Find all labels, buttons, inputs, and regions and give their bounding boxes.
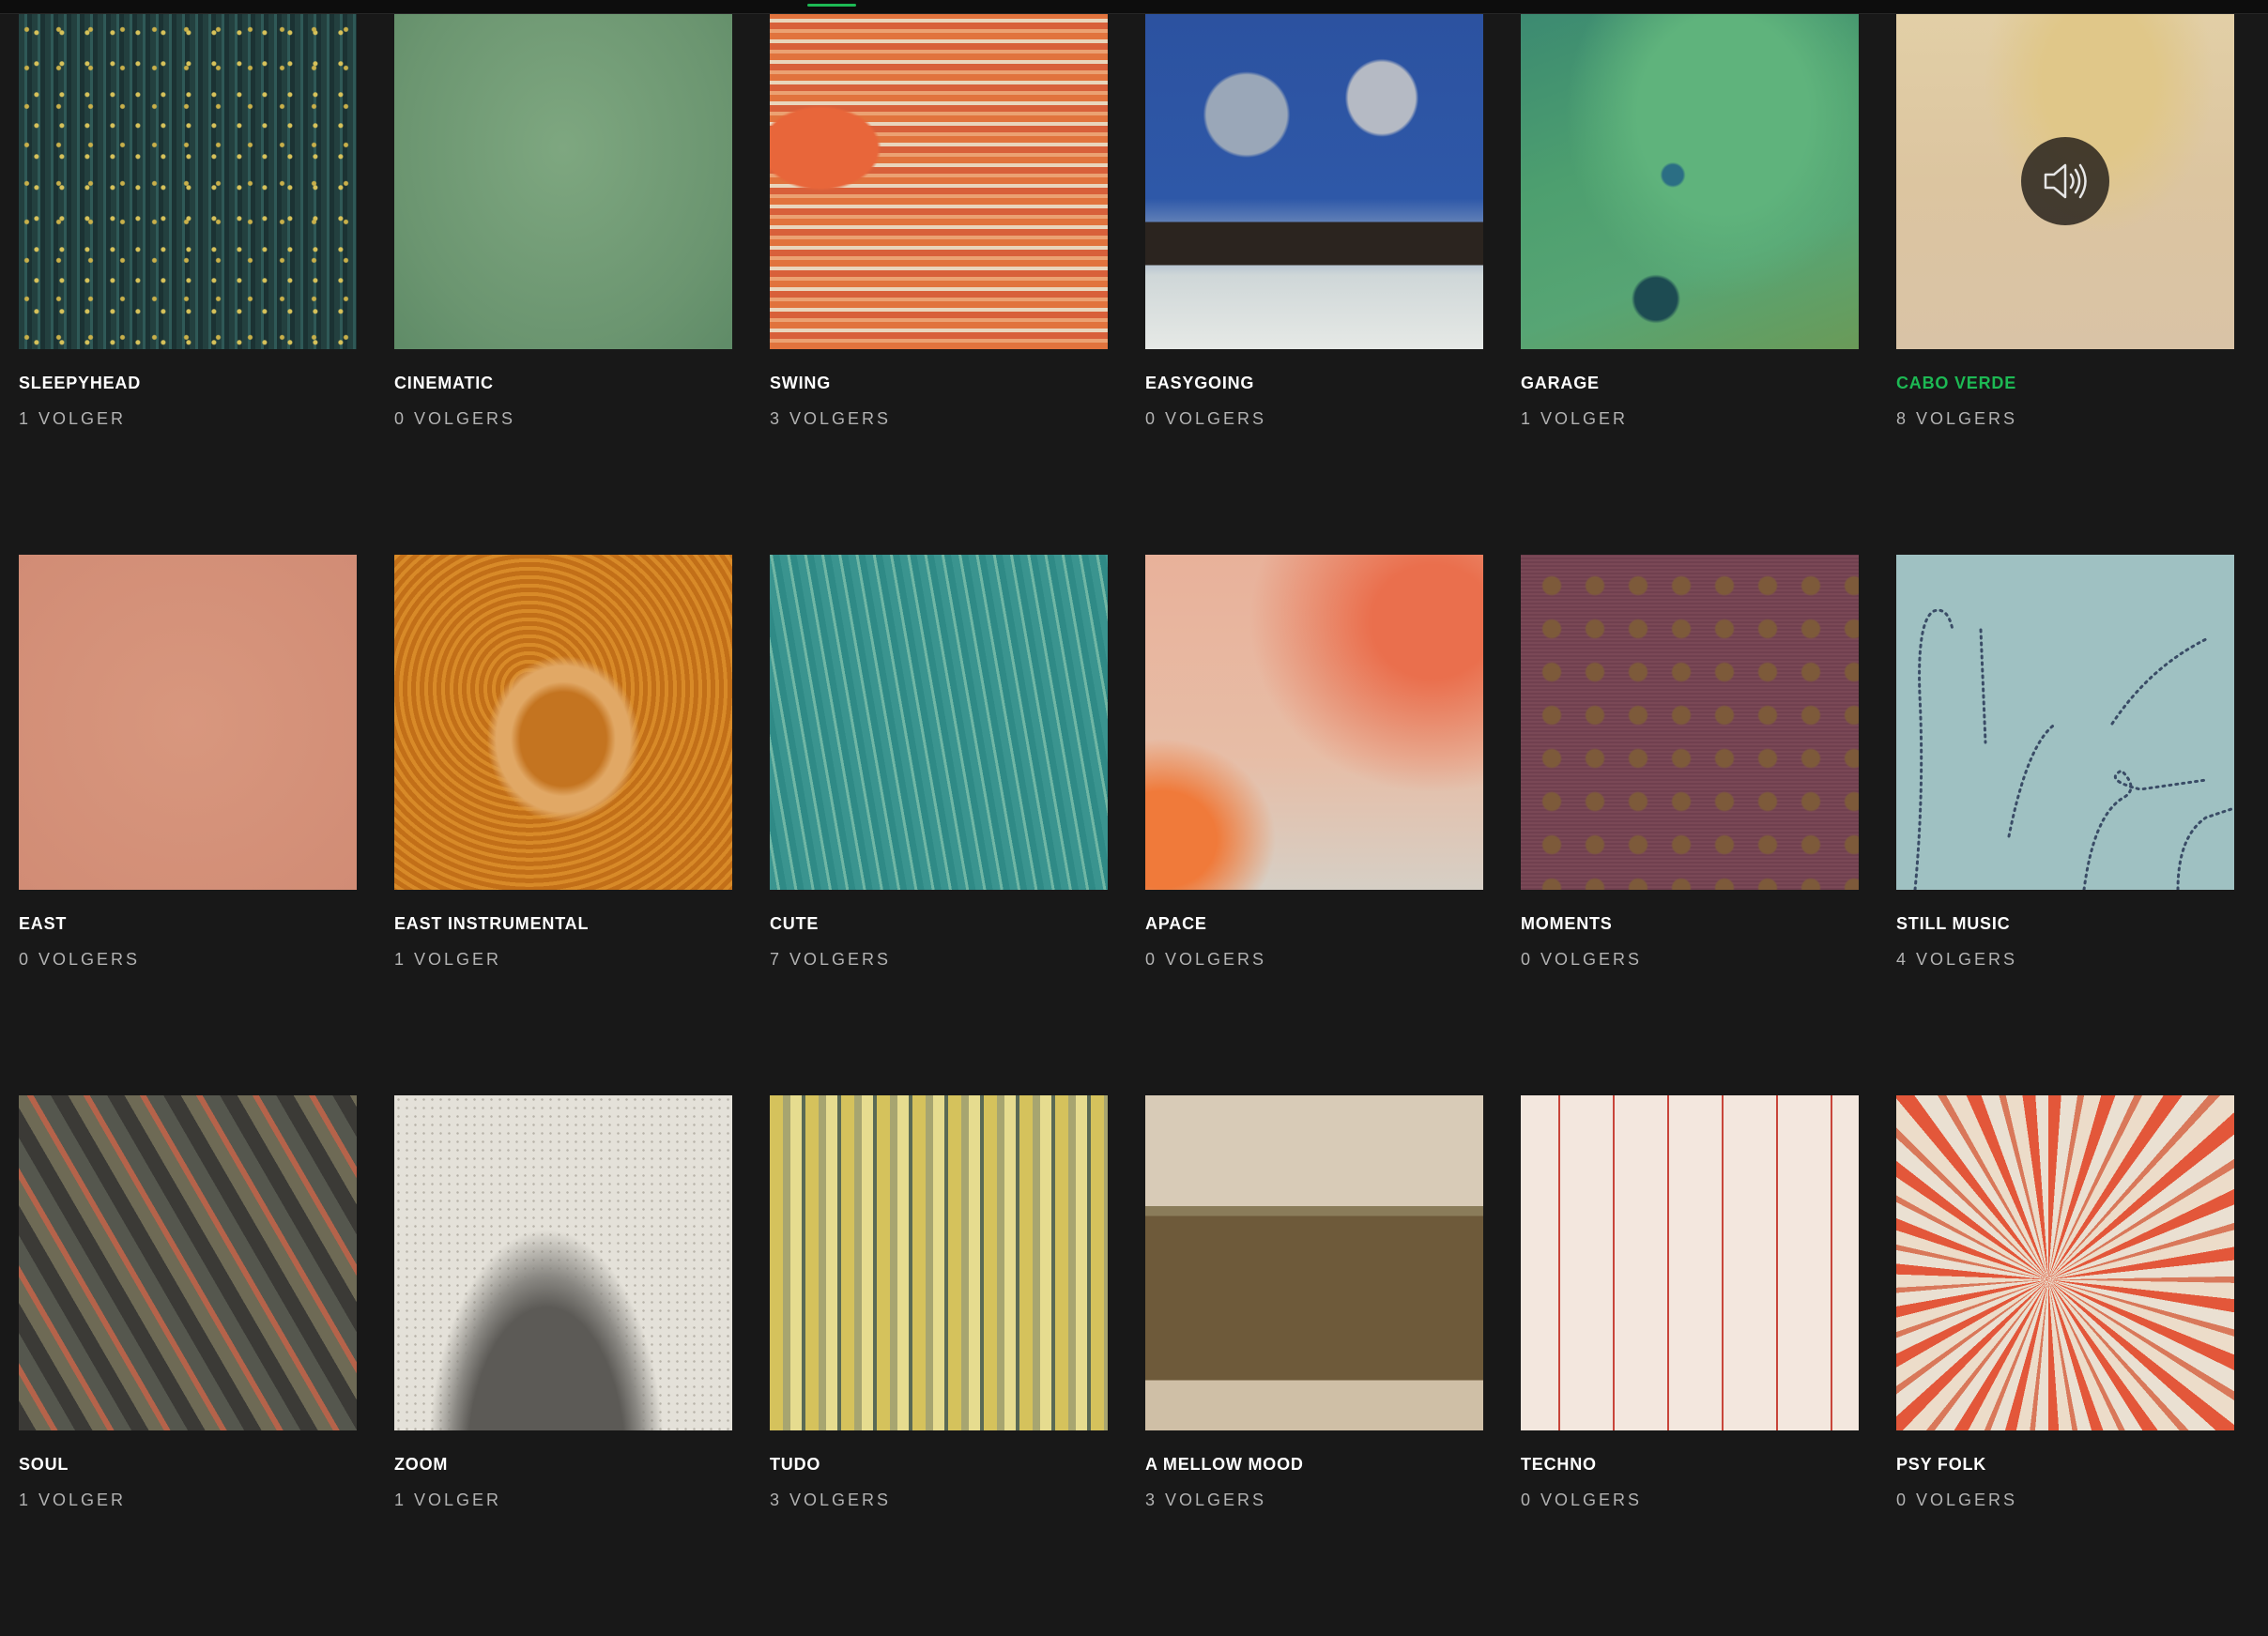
playlist-cover[interactable] bbox=[394, 1095, 732, 1430]
playlist-followers: 0 VOLGERS bbox=[19, 950, 141, 969]
playlist-cover[interactable] bbox=[1896, 555, 2234, 890]
playlist-title[interactable]: CUTE bbox=[770, 914, 1108, 934]
playlist-title[interactable]: EAST INSTRUMENTAL bbox=[394, 914, 732, 934]
playlist-card-a-mellow-mood[interactable]: A MELLOW MOOD 3 VOLGERS bbox=[1145, 1095, 1483, 1636]
playlist-cover[interactable] bbox=[770, 14, 1108, 349]
playlist-followers: 0 VOLGERS bbox=[1896, 1491, 2018, 1509]
playlist-followers: 0 VOLGERS bbox=[394, 409, 516, 428]
playlist-followers: 1 VOLGER bbox=[394, 1491, 502, 1509]
playlist-title[interactable]: GARAGE bbox=[1521, 374, 1859, 393]
playlist-title[interactable]: MOMENTS bbox=[1521, 914, 1859, 934]
top-nav-bar bbox=[0, 0, 2268, 14]
playlist-card-easygoing[interactable]: EASYGOING 0 VOLGERS bbox=[1145, 14, 1483, 555]
playlist-card-cute[interactable]: CUTE 7 VOLGERS bbox=[770, 555, 1108, 1095]
playlist-cover[interactable] bbox=[394, 555, 732, 890]
playlist-title[interactable]: PSY FOLK bbox=[1896, 1455, 2234, 1475]
now-playing-button[interactable] bbox=[2021, 137, 2109, 225]
playlist-followers: 3 VOLGERS bbox=[770, 1491, 892, 1509]
playlist-cover[interactable] bbox=[19, 1095, 357, 1430]
playlist-followers: 4 VOLGERS bbox=[1896, 950, 2018, 969]
playlist-card-sleepyhead[interactable]: SLEEPYHEAD 1 VOLGER bbox=[19, 14, 357, 555]
playlist-card-apace[interactable]: APACE 0 VOLGERS bbox=[1145, 555, 1483, 1095]
playlist-cover[interactable] bbox=[1521, 1095, 1859, 1430]
playlist-followers: 0 VOLGERS bbox=[1521, 950, 1643, 969]
playlist-title[interactable]: SWING bbox=[770, 374, 1108, 393]
playlist-card-garage[interactable]: GARAGE 1 VOLGER bbox=[1521, 14, 1859, 555]
playlist-cover[interactable] bbox=[1521, 555, 1859, 890]
active-tab-indicator bbox=[807, 4, 856, 7]
playlist-card-east[interactable]: EAST 0 VOLGERS bbox=[19, 555, 357, 1095]
playlist-followers: 3 VOLGERS bbox=[770, 409, 892, 428]
playlist-card-still-music[interactable]: STILL MUSIC 4 VOLGERS bbox=[1896, 555, 2234, 1095]
playlist-title[interactable]: TECHNO bbox=[1521, 1455, 1859, 1475]
playlist-title[interactable]: STILL MUSIC bbox=[1896, 914, 2234, 934]
playlist-cover[interactable] bbox=[770, 555, 1108, 890]
playlist-card-cabo-verde[interactable]: CABO VERDE 8 VOLGERS bbox=[1896, 14, 2234, 555]
playlist-cover[interactable] bbox=[1145, 14, 1483, 349]
playlist-title[interactable]: A MELLOW MOOD bbox=[1145, 1455, 1483, 1475]
playlist-cover[interactable] bbox=[1145, 1095, 1483, 1430]
playlist-card-soul[interactable]: SOUL 1 VOLGER bbox=[19, 1095, 357, 1636]
playlist-title[interactable]: ZOOM bbox=[394, 1455, 732, 1475]
playlist-cover[interactable] bbox=[1896, 1095, 2234, 1430]
playlist-followers: 0 VOLGERS bbox=[1521, 1491, 1643, 1509]
playlist-followers: 0 VOLGERS bbox=[1145, 409, 1267, 428]
playlist-title[interactable]: CINEMATIC bbox=[394, 374, 732, 393]
playlist-title[interactable]: EAST bbox=[19, 914, 357, 934]
playlist-followers: 1 VOLGER bbox=[19, 1491, 127, 1509]
playlist-card-moments[interactable]: MOMENTS 0 VOLGERS bbox=[1521, 555, 1859, 1095]
playlist-followers: 3 VOLGERS bbox=[1145, 1491, 1267, 1509]
playlist-grid: SLEEPYHEAD 1 VOLGER CINEMATIC 0 VOLGERS … bbox=[19, 14, 2234, 1636]
playlist-card-cinematic[interactable]: CINEMATIC 0 VOLGERS bbox=[394, 14, 732, 555]
playlist-followers: 7 VOLGERS bbox=[770, 950, 892, 969]
playlist-title[interactable]: APACE bbox=[1145, 914, 1483, 934]
playlist-cover[interactable] bbox=[19, 555, 357, 890]
playlist-card-swing[interactable]: SWING 3 VOLGERS bbox=[770, 14, 1108, 555]
speaker-icon bbox=[2044, 163, 2087, 199]
playlist-cover[interactable] bbox=[394, 14, 732, 349]
dotted-chart-artwork bbox=[1913, 608, 2234, 890]
playlist-followers: 1 VOLGER bbox=[19, 409, 127, 428]
playlist-followers: 8 VOLGERS bbox=[1896, 409, 2018, 428]
playlist-card-zoom[interactable]: ZOOM 1 VOLGER bbox=[394, 1095, 732, 1636]
playlist-title[interactable]: CABO VERDE bbox=[1896, 374, 2234, 393]
playlist-title[interactable]: SOUL bbox=[19, 1455, 357, 1475]
playlist-card-techno[interactable]: TECHNO 0 VOLGERS bbox=[1521, 1095, 1859, 1636]
playlist-followers: 0 VOLGERS bbox=[1145, 950, 1267, 969]
playlist-card-tudo[interactable]: TUDO 3 VOLGERS bbox=[770, 1095, 1108, 1636]
playlist-cover[interactable] bbox=[1521, 14, 1859, 349]
playlist-title[interactable]: SLEEPYHEAD bbox=[19, 374, 357, 393]
playlist-followers: 1 VOLGER bbox=[394, 950, 502, 969]
playlist-cover[interactable] bbox=[1145, 555, 1483, 890]
playlist-cover[interactable] bbox=[1896, 14, 2234, 349]
playlist-cover[interactable] bbox=[770, 1095, 1108, 1430]
playlist-title[interactable]: EASYGOING bbox=[1145, 374, 1483, 393]
playlist-card-east-instrumental[interactable]: EAST INSTRUMENTAL 1 VOLGER bbox=[394, 555, 732, 1095]
playlist-title[interactable]: TUDO bbox=[770, 1455, 1108, 1475]
playlist-card-psy-folk[interactable]: PSY FOLK 0 VOLGERS bbox=[1896, 1095, 2234, 1636]
playlist-followers: 1 VOLGER bbox=[1521, 409, 1629, 428]
playlist-cover[interactable] bbox=[19, 14, 357, 349]
